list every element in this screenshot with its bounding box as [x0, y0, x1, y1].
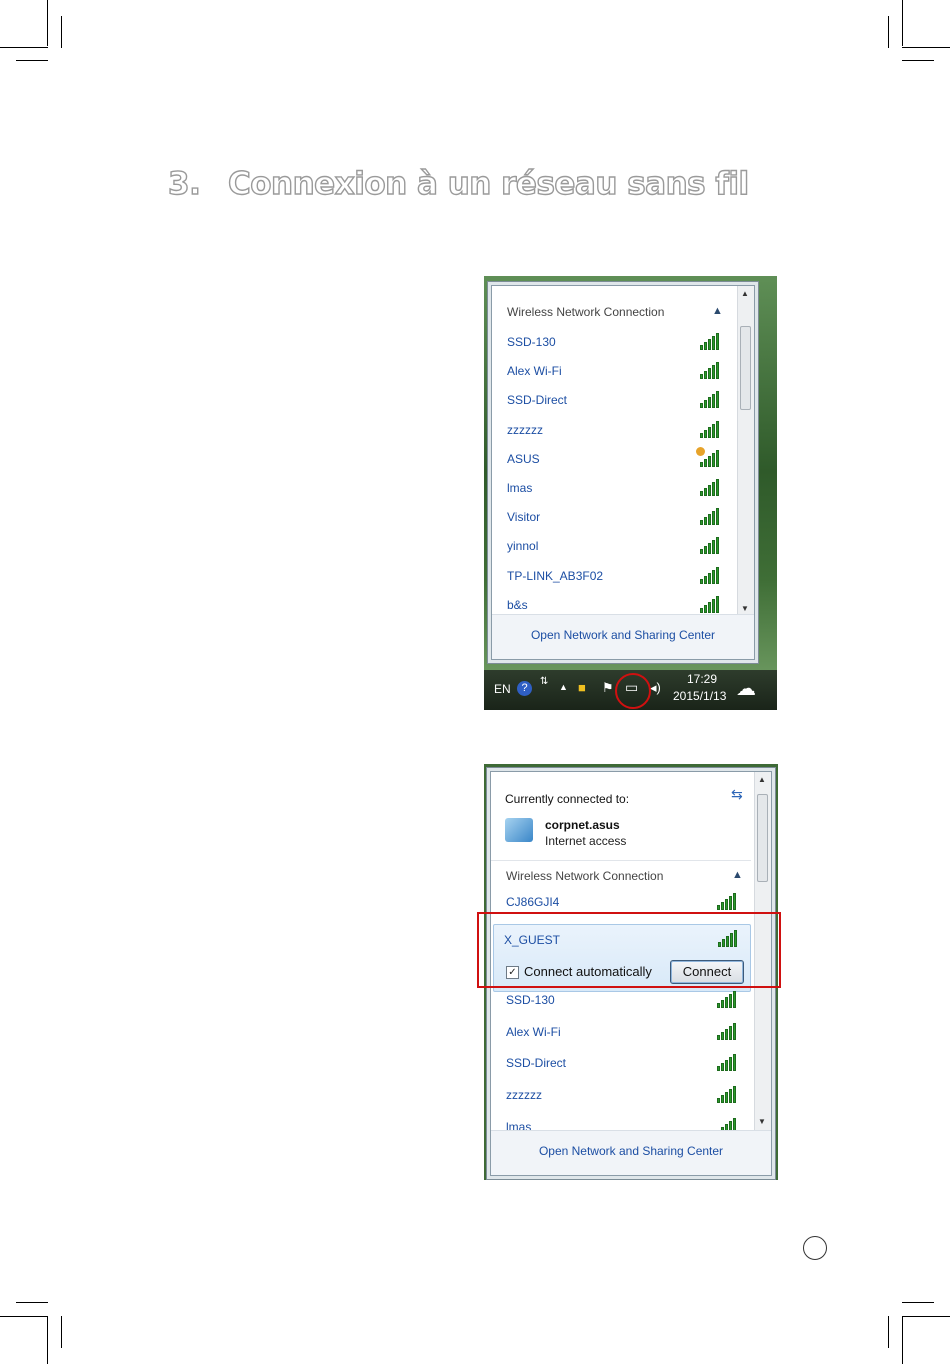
network-name: Alex Wi-Fi — [506, 1024, 561, 1039]
signal-bars-icon — [717, 990, 739, 1008]
wireless-section-title: Wireless Network Connection — [507, 305, 665, 319]
signal-bars-icon — [717, 1022, 739, 1040]
connected-network-name: corpnet.asus — [545, 818, 620, 832]
network-name: ASUS — [507, 451, 540, 466]
network-item[interactable]: TP-LINK_AB3F02 — [492, 563, 734, 592]
section-divider — [491, 860, 751, 861]
refresh-icon[interactable]: ⇆ — [731, 786, 743, 803]
scroll-thumb[interactable] — [740, 326, 751, 410]
network-item[interactable]: Alex Wi-Fi — [492, 358, 734, 387]
selected-network-highlight — [477, 912, 781, 988]
section-heading: 3. Connexion à un réseau sans fil — [167, 165, 750, 202]
network-name: TP-LINK_AB3F02 — [507, 568, 604, 583]
network-name: yinnol — [507, 539, 539, 554]
flyout-scrollbar[interactable]: ▲ ▼ — [737, 286, 754, 617]
weather-cloud-icon[interactable]: ☁ — [736, 676, 756, 701]
collapse-chevron-icon[interactable]: ▲ — [712, 305, 723, 317]
heading-number: 3. — [167, 165, 201, 202]
show-hidden-icons-icon[interactable]: ▲ — [559, 682, 568, 692]
network-globe-icon — [505, 818, 533, 842]
network-item[interactable]: lmas — [492, 475, 734, 504]
action-center-flag-icon[interactable]: ⚑ — [602, 680, 614, 696]
network-name: SSD-Direct — [506, 1056, 567, 1071]
lock-icon[interactable]: ■ — [578, 680, 586, 695]
help-icon[interactable]: ? — [517, 681, 532, 696]
scroll-up-arrow-2[interactable]: ▲ — [758, 775, 766, 784]
network-item[interactable]: yinnol — [492, 533, 734, 562]
network-flyout: ▲ ▼ Wireless Network Connection ▲ SSD-13… — [491, 285, 755, 660]
network-item[interactable]: Visitor — [492, 504, 734, 533]
network-item[interactable]: SSD-Direct — [492, 387, 734, 416]
volume-icon[interactable]: ◂) — [650, 680, 661, 696]
network-item[interactable]: SSD-Direct — [491, 1050, 751, 1079]
network-item[interactable]: SSD-130 — [492, 329, 734, 358]
scroll-down-arrow[interactable]: ▼ — [741, 604, 749, 613]
taskbar-tray-icon[interactable]: ⇅ — [540, 676, 548, 687]
scroll-up-arrow[interactable]: ▲ — [741, 289, 749, 298]
connected-network-status: Internet access — [545, 834, 627, 848]
scroll-down-arrow-2[interactable]: ▼ — [758, 1117, 766, 1126]
network-name: Alex Wi-Fi — [507, 364, 562, 379]
signal-bars-icon — [696, 446, 722, 467]
signal-bars-icon — [700, 595, 722, 613]
page-number-circle — [803, 1236, 827, 1260]
network-name: Visitor — [507, 510, 541, 525]
network-name: SSD-130 — [506, 993, 555, 1007]
network-icon-highlight — [615, 673, 651, 709]
signal-bars-icon — [700, 390, 722, 409]
clock-date[interactable]: 2015/1/13 — [673, 689, 726, 703]
signal-bars-icon — [700, 332, 722, 350]
signal-bars-icon — [700, 536, 722, 555]
security-warning-icon — [696, 446, 705, 456]
network-name: zzzzzz — [507, 422, 543, 437]
signal-bars-icon — [700, 420, 722, 438]
signal-bars-icon — [700, 507, 722, 526]
open-network-center-link-2[interactable]: Open Network and Sharing Center — [491, 1144, 771, 1158]
flyout-footer-2: Open Network and Sharing Center — [491, 1130, 771, 1175]
clock-time[interactable]: 17:29 — [687, 672, 717, 686]
network-name: SSD-Direct — [507, 393, 568, 408]
signal-bars-icon — [700, 361, 722, 380]
scroll-thumb-2[interactable] — [757, 794, 768, 882]
network-item[interactable]: Alex Wi-Fi — [491, 1019, 751, 1048]
network-name: b&s — [507, 597, 528, 612]
network-name: SSD-130 — [507, 335, 556, 349]
network-item[interactable]: zzzzzz — [491, 1082, 751, 1111]
signal-bars-icon — [700, 478, 722, 496]
signal-bars-icon — [700, 566, 722, 584]
network-item[interactable]: SSD-130 — [491, 987, 751, 1016]
wireless-section-title-2: Wireless Network Connection — [506, 869, 664, 883]
signal-bars-icon — [717, 1085, 739, 1104]
network-name: zzzzzz — [506, 1088, 542, 1103]
language-indicator[interactable]: EN — [494, 682, 511, 696]
signal-bars-icon — [717, 892, 739, 910]
signal-bars-icon — [717, 1053, 739, 1072]
network-list-screenshot: ▲ ▼ Wireless Network Connection ▲ SSD-13… — [484, 276, 777, 710]
network-name: CJ86GJI4 — [506, 895, 560, 909]
collapse-chevron-icon-2[interactable]: ▲ — [732, 869, 743, 881]
network-item[interactable]: zzzzzz — [492, 417, 734, 446]
flyout-footer: Open Network and Sharing Center — [492, 614, 754, 659]
network-item[interactable]: ASUS — [492, 446, 734, 475]
open-network-center-link[interactable]: Open Network and Sharing Center — [492, 628, 754, 642]
network-name: lmas — [507, 481, 533, 495]
currently-connected-title: Currently connected to: — [505, 792, 630, 806]
heading-title: Connexion à un réseau sans fil — [227, 165, 750, 202]
